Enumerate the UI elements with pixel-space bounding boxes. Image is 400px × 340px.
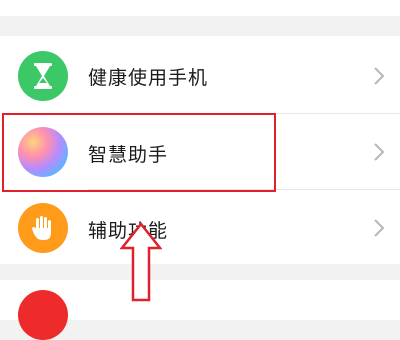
settings-group-top [0, 0, 400, 16]
chevron-right-icon [374, 143, 385, 161]
partial-red-icon [18, 290, 68, 340]
highlight-box [2, 113, 276, 192]
hand-icon [18, 203, 68, 253]
chevron-right-icon [374, 219, 385, 237]
settings-item-accessibility[interactable]: 辅助功能 [0, 190, 400, 266]
chevron-right-icon [374, 67, 385, 85]
settings-item-health[interactable]: 健康使用手机 [0, 38, 400, 114]
hourglass-icon [18, 51, 68, 101]
up-arrow-icon [120, 222, 162, 302]
settings-item-label: 健康使用手机 [88, 67, 209, 89]
settings-group-bottom [0, 280, 400, 340]
